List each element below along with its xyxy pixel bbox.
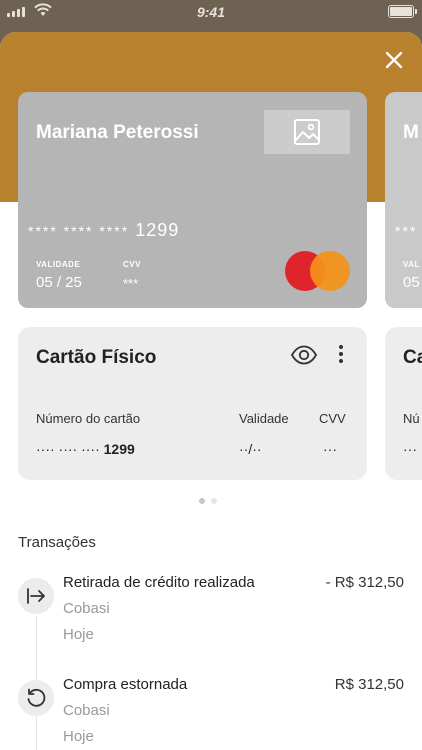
status-bar: 9:41 (0, 0, 422, 26)
card-holder-name: Mariana Peterossi (36, 122, 199, 143)
validity-label: Validade (239, 411, 289, 426)
pager-dot[interactable] (211, 498, 217, 504)
cvv-label: CVV (319, 411, 346, 426)
more-options-icon[interactable] (334, 343, 348, 365)
validity-value: 05 / 25 (36, 274, 82, 291)
transaction-date: Hoje (63, 728, 94, 745)
carousel-pager[interactable] (199, 498, 217, 504)
card-number-mask: **** **** **** (28, 223, 130, 239)
credit-card-next[interactable]: M *** VAL 05 (385, 92, 422, 308)
transactions-title: Transações (18, 534, 96, 551)
transaction-merchant: Cobasi (63, 702, 110, 719)
transaction-amount: R$ 312,50 (334, 676, 404, 693)
cvv-label: CVV (123, 260, 141, 269)
transaction-merchant: Cobasi (63, 600, 110, 617)
validity-value: ··/·· (239, 441, 262, 457)
transaction-title[interactable]: Retirada de crédito realizada (63, 574, 255, 591)
status-time: 9:41 (196, 4, 226, 20)
cvv-value: ··· (323, 441, 337, 457)
validity-label-peek: VAL (403, 260, 420, 269)
card-details-panel-next: Ca Nú ··· (385, 327, 422, 480)
refund-icon (18, 680, 54, 716)
card-number: **** **** **** 1299 (28, 220, 179, 241)
image-icon (294, 119, 320, 145)
card-number-label: Número do cartão (36, 411, 141, 426)
mastercard-logo (285, 251, 351, 291)
validity-value-peek: 05 (403, 274, 420, 291)
eye-icon[interactable] (290, 343, 318, 367)
card-number-value: ···· ···· ···· 1299 (36, 441, 135, 457)
card-details-title-peek: Ca (403, 347, 422, 368)
cvv-value: *** (123, 276, 139, 291)
card-number-peek: *** (395, 223, 418, 239)
withdraw-icon (18, 578, 54, 614)
card-number-label-peek: Nú (403, 411, 420, 426)
card-sheet: Mariana Peterossi **** **** **** 1299 VA… (0, 32, 422, 750)
battery-icon (388, 5, 417, 18)
close-icon[interactable] (380, 46, 408, 74)
credit-card[interactable]: Mariana Peterossi **** **** **** 1299 VA… (18, 92, 367, 308)
validity-label: VALIDADE (36, 260, 81, 269)
pager-dot-active[interactable] (199, 498, 205, 504)
card-details-title: Cartão Físico (36, 347, 157, 368)
transaction-title[interactable]: Compra estornada (63, 676, 187, 693)
card-holder-name-peek: M (403, 122, 419, 143)
card-number-last: 1299 (135, 220, 180, 240)
transaction-date: Hoje (63, 626, 94, 643)
card-number-value-peek: ··· (403, 441, 417, 457)
card-details-panel: Cartão Físico Número do cartão Validade … (18, 327, 367, 480)
transaction-amount: - R$ 312,50 (325, 574, 404, 591)
card-image-placeholder (264, 110, 350, 154)
